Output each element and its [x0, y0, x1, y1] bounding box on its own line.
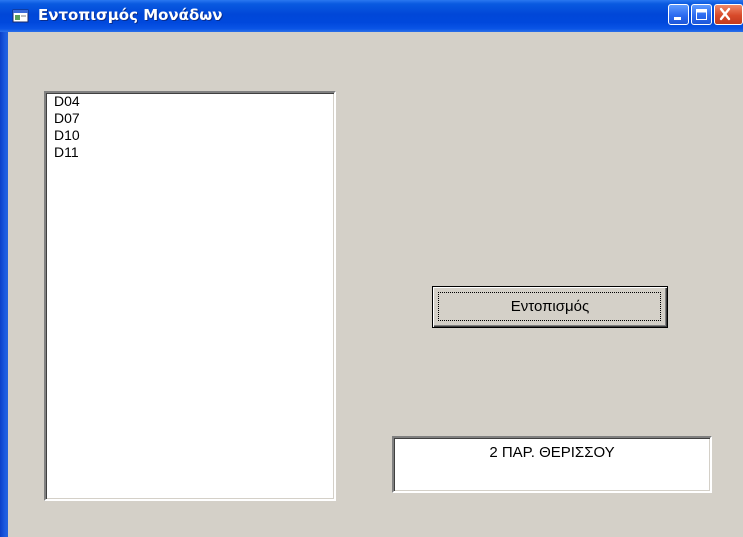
- title-bar[interactable]: Εντοπισμός Μονάδων: [0, 0, 743, 32]
- locate-button[interactable]: Εντοπισμός: [432, 286, 668, 328]
- minimize-icon: [674, 17, 681, 20]
- app-icon[interactable]: [12, 8, 30, 24]
- close-icon: [719, 7, 731, 21]
- result-textbox[interactable]: 2 ΠΑΡ. ΘΕΡΙΣΣΟΥ: [392, 436, 712, 493]
- maximize-icon: [696, 9, 707, 20]
- close-button[interactable]: [714, 4, 743, 25]
- minimize-button[interactable]: [668, 4, 689, 25]
- window-left-border: [0, 32, 8, 537]
- list-item-d07[interactable]: D07: [54, 110, 80, 126]
- list-item-d04[interactable]: D04: [54, 93, 80, 109]
- list-item-d10[interactable]: D10: [54, 127, 80, 143]
- unit-listbox[interactable]: D04 D07 D10 D11: [44, 91, 336, 501]
- locate-button-label: Εντοπισμός: [510, 298, 590, 315]
- maximize-button[interactable]: [691, 4, 712, 25]
- list-item-d11[interactable]: D11: [54, 144, 79, 160]
- window-title: Εντοπισμός Μονάδων: [38, 6, 223, 24]
- result-value: 2 ΠΑΡ. ΘΕΡΙΣΣΟΥ: [489, 444, 615, 461]
- app-window: Εντοπισμός Μονάδων D04 D07 D10 D11 Εντοπ…: [0, 0, 743, 537]
